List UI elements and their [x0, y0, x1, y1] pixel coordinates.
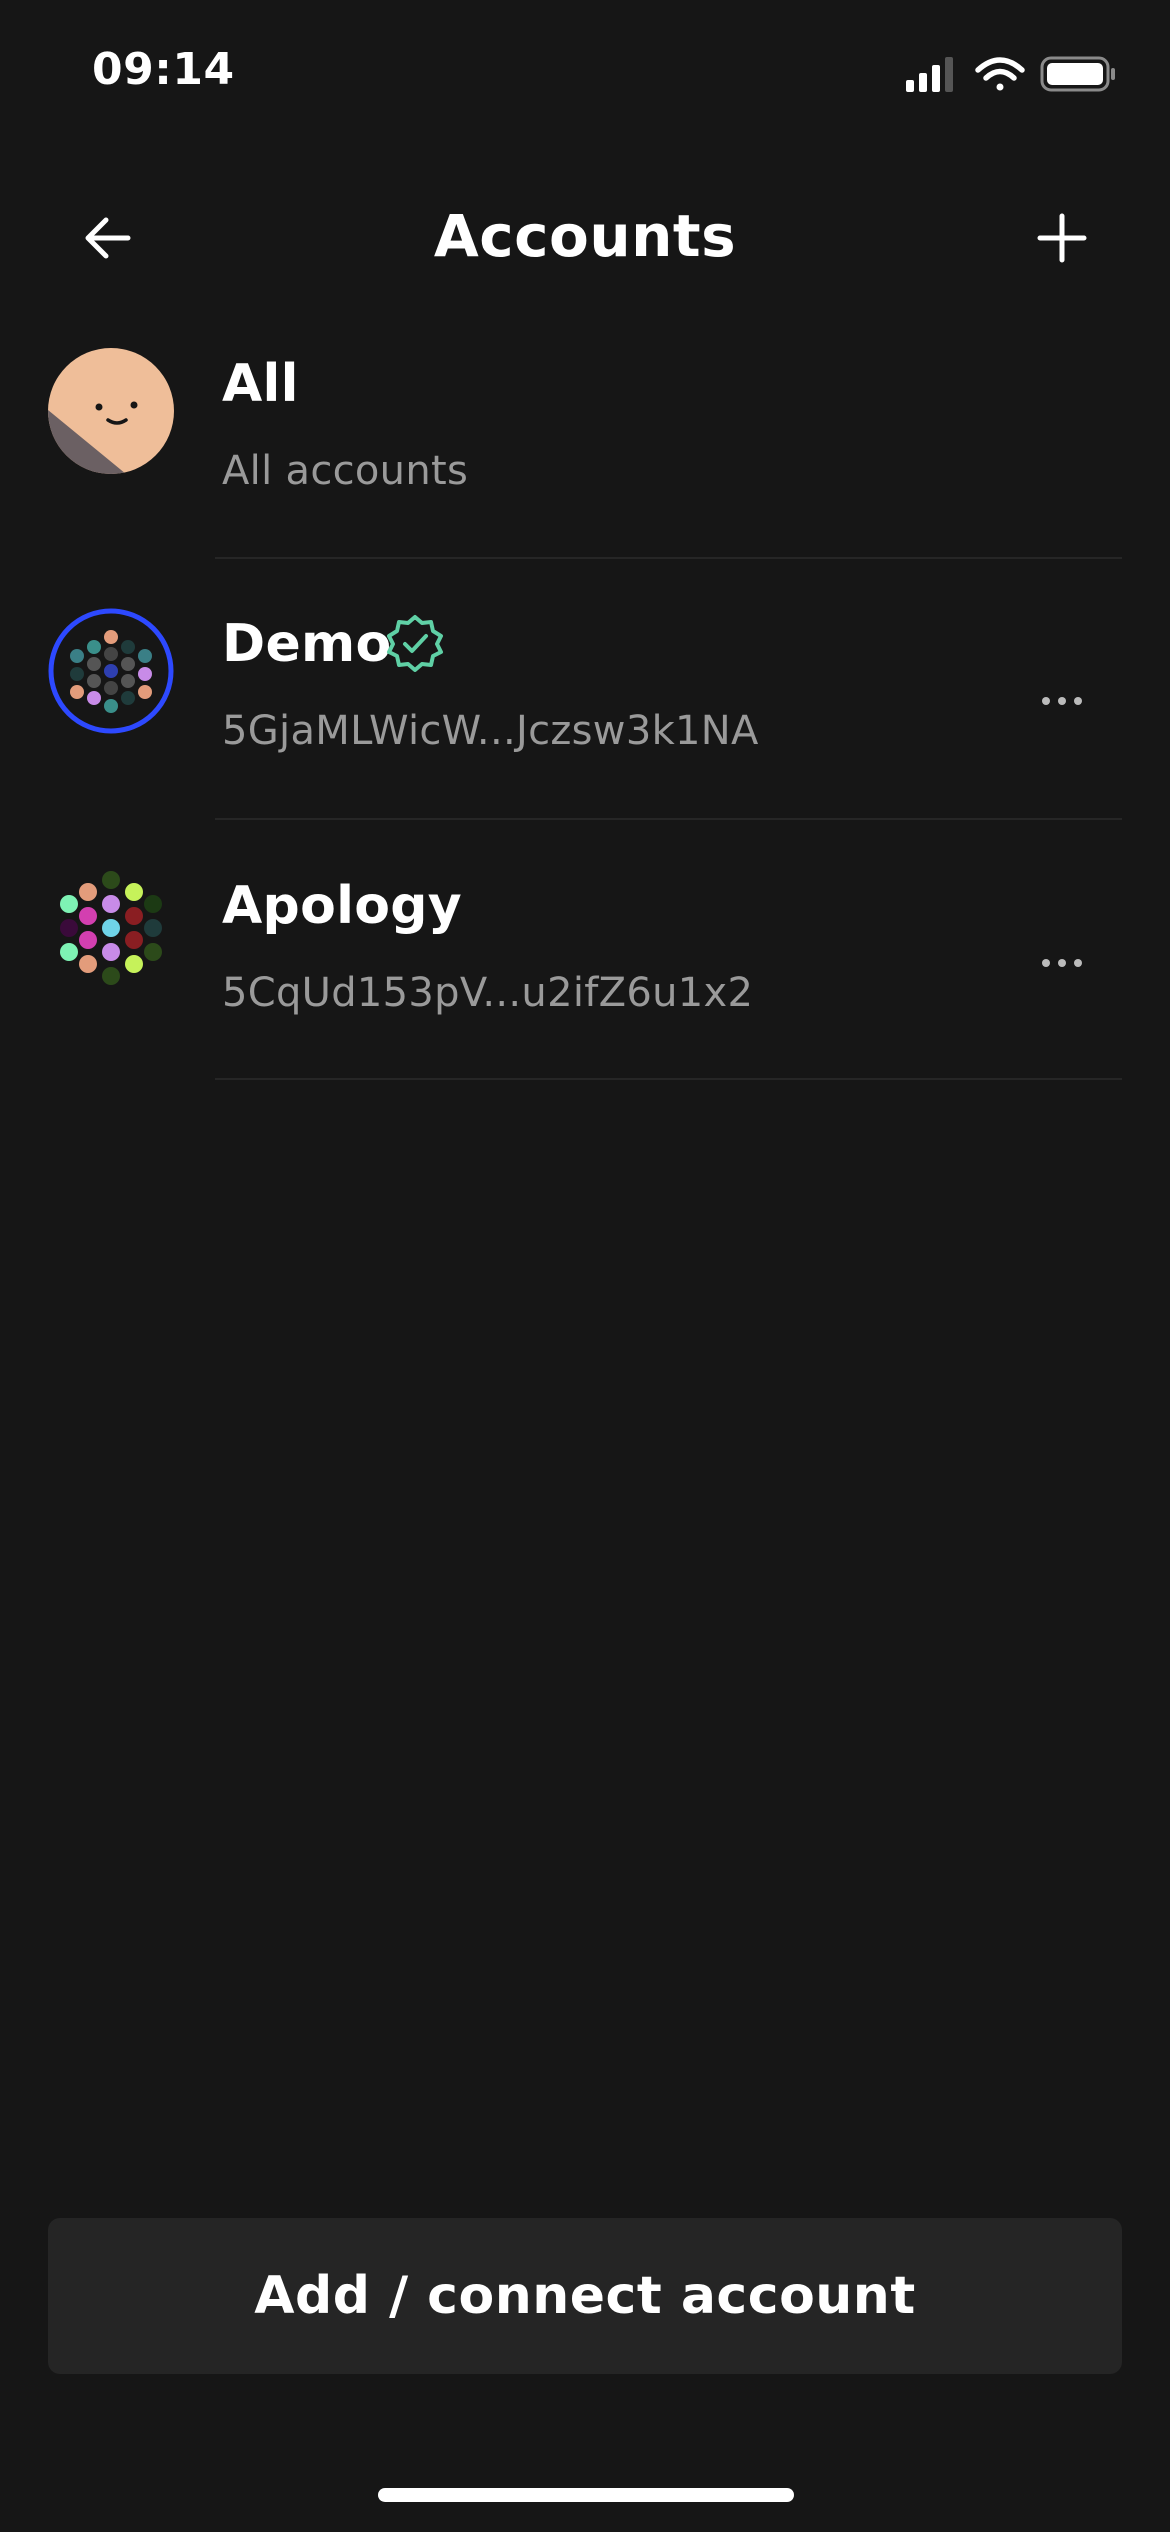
smiley-face-avatar: [48, 348, 174, 478]
signal-icon: [906, 57, 953, 92]
add-account-button[interactable]: [1036, 212, 1088, 264]
status-icons: [900, 52, 1130, 96]
verified-badge-icon: [386, 614, 444, 676]
account-row-apology[interactable]: Apology 5CqUd153pV...u2ifZ6u1x2: [0, 852, 1170, 1077]
more-options-button[interactable]: [1032, 948, 1092, 982]
divider: [215, 1078, 1122, 1080]
identicon-avatar: [48, 870, 174, 1000]
status-time: 09:14: [92, 44, 235, 95]
add-connect-account-button[interactable]: Add / connect account: [48, 2218, 1122, 2374]
account-name: Demo: [222, 614, 392, 674]
account-row-all[interactable]: All All accounts: [0, 330, 1170, 560]
wifi-icon: [975, 57, 1025, 91]
more-horizontal-icon: [1042, 959, 1082, 967]
home-indicator: [378, 2488, 794, 2502]
divider: [215, 557, 1122, 559]
account-name: Apology: [222, 876, 462, 936]
more-horizontal-icon: [1042, 697, 1082, 705]
divider: [215, 818, 1122, 820]
account-address: 5CqUd153pV...u2ifZ6u1x2: [222, 970, 754, 1016]
account-address: 5GjaMLWicW...Jczsw3k1NA: [222, 708, 759, 754]
account-subtitle: All accounts: [222, 448, 469, 494]
account-row-demo[interactable]: Demo 5GjaMLWicW...Jczsw3k1NA: [0, 590, 1170, 815]
identicon-avatar: [48, 608, 174, 738]
battery-icon: [1040, 56, 1115, 92]
plus-icon: [1037, 213, 1087, 263]
page-title: Accounts: [433, 202, 737, 270]
account-name: All: [222, 354, 299, 414]
more-options-button[interactable]: [1032, 686, 1092, 720]
